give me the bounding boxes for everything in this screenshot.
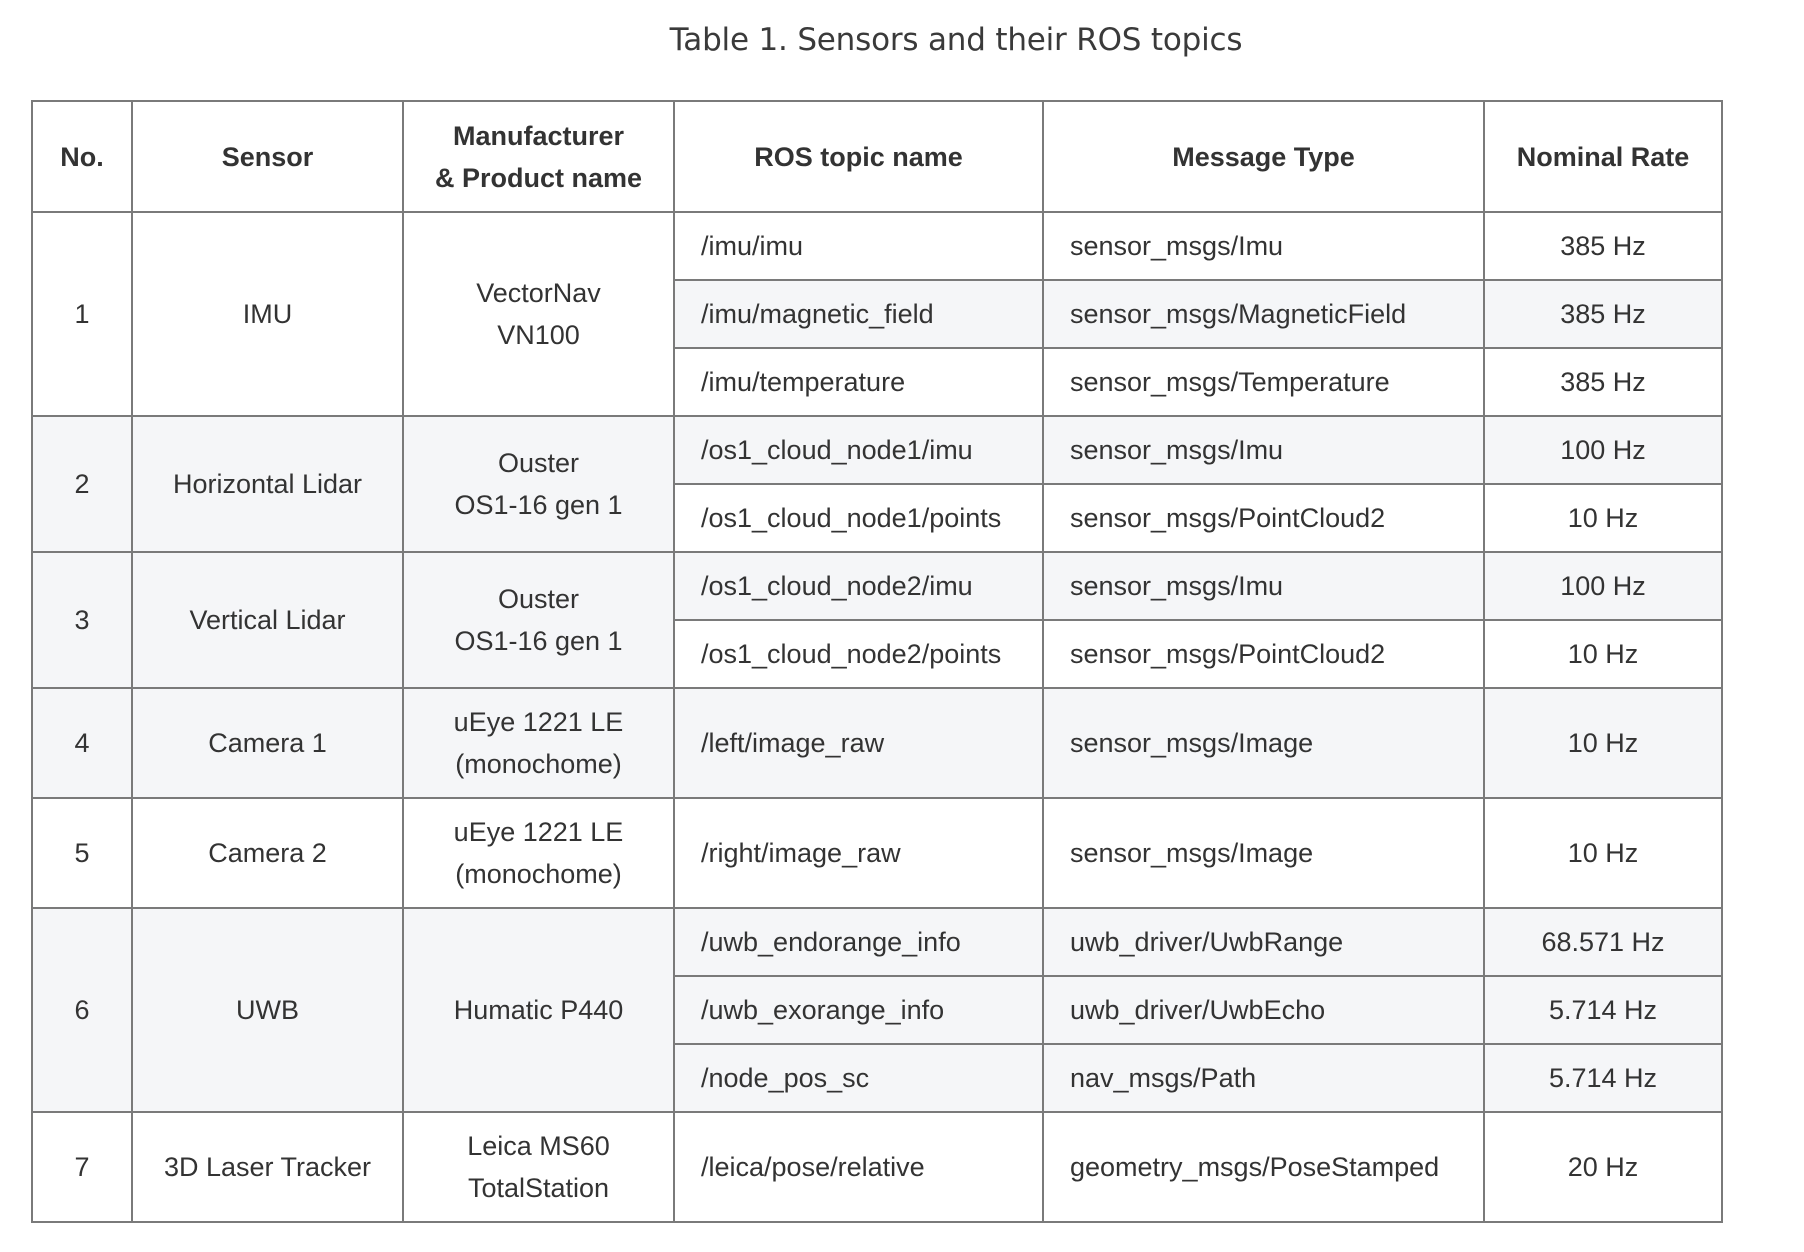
cell-topic: /os1_cloud_node1/points <box>673 483 1044 553</box>
cell-rate: 385 Hz <box>1483 347 1723 417</box>
cell-sensor: UWB <box>131 907 404 1113</box>
cell-product: Leica MS60 TotalStation <box>402 1111 675 1223</box>
cell-rate: 10 Hz <box>1483 619 1723 689</box>
cell-message-type: sensor_msgs/MagneticField <box>1042 279 1485 349</box>
table-header-row: No. Sensor Manufacturer & Product name R… <box>31 100 1723 213</box>
header-topic: ROS topic name <box>673 100 1044 213</box>
cell-rate: 10 Hz <box>1483 797 1723 909</box>
table-row: 5 Camera 2 uEye 1221 LE (monochome) /rig… <box>31 797 1723 909</box>
cell-message-type: sensor_msgs/PointCloud2 <box>1042 619 1485 689</box>
header-rate: Nominal Rate <box>1483 100 1723 213</box>
cell-rate: 10 Hz <box>1483 483 1723 553</box>
cell-no: 2 <box>31 415 133 553</box>
cell-sensor: Horizontal Lidar <box>131 415 404 553</box>
table-row: 1 IMU VectorNav VN100 /imu/imu sensor_ms… <box>31 211 1723 417</box>
cell-no: 6 <box>31 907 133 1113</box>
cell-message-type: uwb_driver/UwbEcho <box>1042 975 1485 1045</box>
cell-topic: /imu/imu <box>673 211 1044 281</box>
cell-topic: /right/image_raw <box>673 797 1044 909</box>
cell-topic: /imu/magnetic_field <box>673 279 1044 349</box>
cell-message-type: geometry_msgs/PoseStamped <box>1042 1111 1485 1223</box>
table-row: 6 UWB Humatic P440 /uwb_endorange_info u… <box>31 907 1723 1113</box>
table-caption: Table 1. Sensors and their ROS topics <box>669 22 1243 58</box>
cell-topic: /uwb_endorange_info <box>673 907 1044 977</box>
cell-rate: 5.714 Hz <box>1483 975 1723 1045</box>
cell-no: 4 <box>31 687 133 799</box>
cell-no: 3 <box>31 551 133 689</box>
table-row: 7 3D Laser Tracker Leica MS60 TotalStati… <box>31 1111 1723 1223</box>
cell-message-type: sensor_msgs/Image <box>1042 687 1485 799</box>
cell-product: Ouster OS1-16 gen 1 <box>402 415 675 553</box>
cell-product: uEye 1221 LE (monochome) <box>402 687 675 799</box>
cell-sensor: IMU <box>131 211 404 417</box>
cell-rate: 5.714 Hz <box>1483 1043 1723 1113</box>
cell-sensor: Camera 1 <box>131 687 404 799</box>
cell-message-type: sensor_msgs/Imu <box>1042 415 1485 485</box>
cell-topic: /uwb_exorange_info <box>673 975 1044 1045</box>
cell-message-type: sensor_msgs/PointCloud2 <box>1042 483 1485 553</box>
cell-no: 5 <box>31 797 133 909</box>
cell-message-type: sensor_msgs/Temperature <box>1042 347 1485 417</box>
cell-topic: /left/image_raw <box>673 687 1044 799</box>
table-row: 2 Horizontal Lidar Ouster OS1-16 gen 1 /… <box>31 415 1723 553</box>
cell-product: VectorNav VN100 <box>402 211 675 417</box>
cell-no: 7 <box>31 1111 133 1223</box>
cell-rate: 100 Hz <box>1483 551 1723 621</box>
cell-rate: 385 Hz <box>1483 211 1723 281</box>
cell-topic: /imu/temperature <box>673 347 1044 417</box>
header-sensor: Sensor <box>131 100 404 213</box>
cell-no: 1 <box>31 211 133 417</box>
cell-rate: 20 Hz <box>1483 1111 1723 1223</box>
cell-message-type: sensor_msgs/Image <box>1042 797 1485 909</box>
cell-message-type: sensor_msgs/Imu <box>1042 211 1485 281</box>
cell-rate: 68.571 Hz <box>1483 907 1723 977</box>
cell-product: Ouster OS1-16 gen 1 <box>402 551 675 689</box>
cell-topic: /os1_cloud_node1/imu <box>673 415 1044 485</box>
cell-rate: 10 Hz <box>1483 687 1723 799</box>
cell-sensor: Vertical Lidar <box>131 551 404 689</box>
cell-message-type: nav_msgs/Path <box>1042 1043 1485 1113</box>
cell-rate: 385 Hz <box>1483 279 1723 349</box>
cell-product: uEye 1221 LE (monochome) <box>402 797 675 909</box>
table-row: 4 Camera 1 uEye 1221 LE (monochome) /lef… <box>31 687 1723 799</box>
header-no: No. <box>31 100 133 213</box>
cell-message-type: sensor_msgs/Imu <box>1042 551 1485 621</box>
cell-rate: 100 Hz <box>1483 415 1723 485</box>
cell-sensor: Camera 2 <box>131 797 404 909</box>
header-manufacturer: Manufacturer & Product name <box>402 100 675 213</box>
cell-topic: /leica/pose/relative <box>673 1111 1044 1223</box>
sensor-table: No. Sensor Manufacturer & Product name R… <box>31 100 1723 1223</box>
table-row: 3 Vertical Lidar Ouster OS1-16 gen 1 /os… <box>31 551 1723 689</box>
cell-product: Humatic P440 <box>402 907 675 1113</box>
header-message-type: Message Type <box>1042 100 1485 213</box>
cell-topic: /os1_cloud_node2/imu <box>673 551 1044 621</box>
cell-sensor: 3D Laser Tracker <box>131 1111 404 1223</box>
cell-topic: /os1_cloud_node2/points <box>673 619 1044 689</box>
cell-topic: /node_pos_sc <box>673 1043 1044 1113</box>
cell-message-type: uwb_driver/UwbRange <box>1042 907 1485 977</box>
